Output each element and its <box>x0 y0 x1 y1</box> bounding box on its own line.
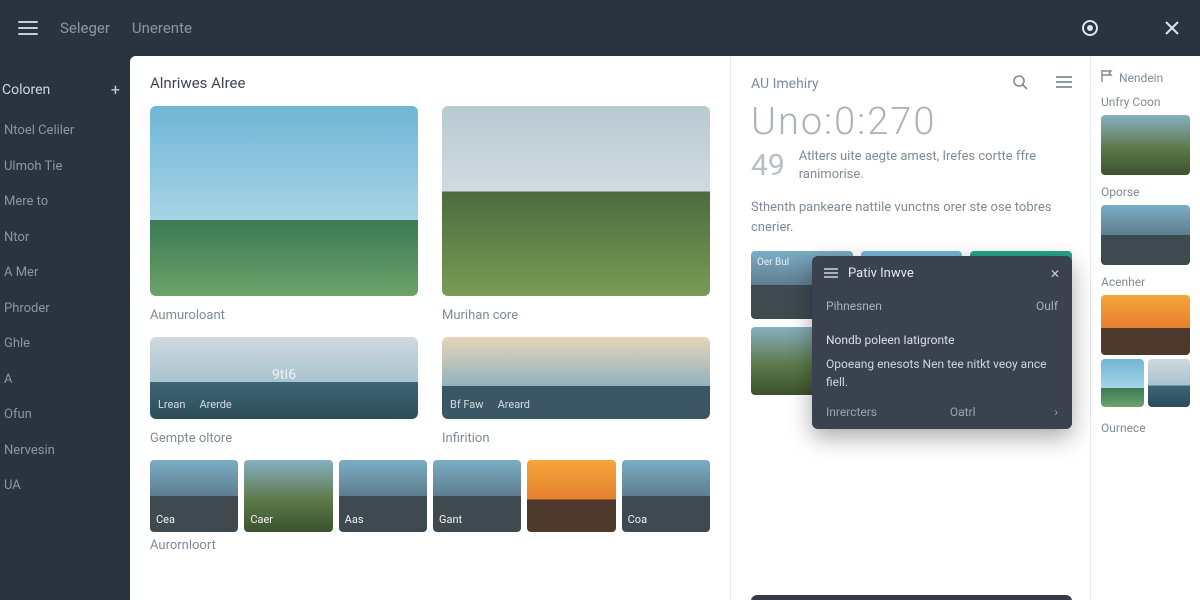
sidebar-item[interactable]: Ntoel Celiler <box>2 113 120 149</box>
list-icon[interactable] <box>1056 76 1072 92</box>
card-caption: Infirition <box>442 431 710 446</box>
flag-icon <box>1101 70 1113 85</box>
thumb-tag: Arerde <box>199 398 231 411</box>
popover-body: Opoeang enesots Nen tee nitkt veoy ance … <box>826 355 1058 391</box>
sidebar-item[interactable]: A <box>2 362 120 398</box>
rail-header: Nendein <box>1119 71 1163 85</box>
gallery-card[interactable]: Bf Faw Areard Infirition <box>442 337 710 446</box>
gallery-card[interactable]: Murihan core <box>442 106 710 323</box>
card-caption: Murihan core <box>442 308 710 323</box>
rail-section: Unfry Coon <box>1101 95 1190 109</box>
rail-section: Oporse <box>1101 185 1190 199</box>
strip-item[interactable]: Aas <box>339 460 427 532</box>
sidebar-item[interactable]: Ntor <box>2 220 120 256</box>
menu-icon[interactable] <box>824 267 838 281</box>
close-icon[interactable] <box>1162 18 1182 38</box>
popover-row-value: Oulf <box>1036 299 1058 313</box>
sidebar-item[interactable]: Ghle <box>2 326 120 362</box>
add-icon[interactable]: + <box>111 80 120 99</box>
thumb-tag: Bf Faw <box>450 398 484 411</box>
popover-title: Pativ Inwve <box>848 266 1040 281</box>
rail-thumb[interactable] <box>1101 359 1144 407</box>
card-caption: Aumuroloant <box>150 308 418 323</box>
thumbnail: Bf Faw Areard <box>442 337 710 419</box>
thumbnail <box>442 106 710 296</box>
popover-foot-label: Inrercters <box>826 405 877 419</box>
popover-row-label: Pihnesnen <box>826 299 882 313</box>
search-icon[interactable] <box>1012 74 1028 94</box>
record-icon[interactable] <box>1080 18 1100 38</box>
main-area: Alnriwes Alree Aumuroloant Murihan core … <box>130 56 730 600</box>
rail-section: Ournece <box>1101 421 1190 435</box>
rail-thumb[interactable] <box>1101 295 1190 355</box>
sidebar-item[interactable]: Mere to <box>2 184 120 220</box>
metric-number: 49 <box>751 148 785 183</box>
sidebar-item[interactable]: UA <box>2 468 120 504</box>
section-title: Alnriwes Alree <box>150 74 710 92</box>
info-paragraph: Sthenth pankeare nattile vunctns orer st… <box>751 198 1072 237</box>
right-rail: Nendein Unfry Coon Oporse Acenher Ournec… <box>1090 56 1200 600</box>
rail-thumb[interactable] <box>1101 115 1190 175</box>
dark-list: An Ameo e› Unaromogre› Cant orrorces› <box>751 595 1072 600</box>
sidebar-item[interactable]: Ulmoh Tie <box>2 149 120 185</box>
sidebar-item[interactable]: A Mer <box>2 255 120 291</box>
popover: Pativ Inwve ✕ Pihnesnen Oulf Nondb polee… <box>812 256 1072 429</box>
strip-item[interactable] <box>527 460 615 532</box>
thumb-tag: Areard <box>498 398 530 411</box>
sidebar: Coloren + Ntoel Celiler Ulmoh Tie Mere t… <box>0 56 130 600</box>
info-panel: AU Imehiry Uno:0:270 49 Atlters uite aeg… <box>730 56 1090 600</box>
strip-item[interactable]: Coa <box>622 460 710 532</box>
popover-foot-action[interactable]: Oatrl <box>950 405 976 419</box>
app-title-1: Seleger <box>60 19 110 37</box>
popover-lead: Nondb poleen Iatigronte <box>826 331 1058 349</box>
thumbnail <box>150 106 418 296</box>
close-icon[interactable]: ✕ <box>1050 267 1060 281</box>
strip-title: Aurornloort <box>150 538 710 553</box>
thumbnail: Lrean Arerde 9tI6 <box>150 337 418 419</box>
thumb-tag: Lrean <box>158 398 185 411</box>
thumb-badge: 9tI6 <box>272 367 296 383</box>
metric-text: Atlters uite aegte amest, Irefes cortte … <box>799 148 1072 184</box>
app-title-2: Unerente <box>132 19 192 37</box>
strip-item[interactable]: Gant <box>433 460 521 532</box>
sidebar-item[interactable]: Nervesin <box>2 433 120 469</box>
rail-section: Acenher <box>1101 275 1190 289</box>
info-title: AU Imehiry <box>751 76 819 92</box>
gallery-card[interactable]: Lrean Arerde 9tI6 Gempte oltore <box>150 337 418 446</box>
chevron-right-icon[interactable]: › <box>1054 405 1058 419</box>
menu-icon[interactable] <box>18 21 38 35</box>
top-bar: Seleger Unerente <box>0 0 1200 56</box>
sidebar-header: Coloren <box>2 82 50 98</box>
sidebar-item[interactable]: Ofun <box>2 397 120 433</box>
rail-thumb[interactable] <box>1101 205 1190 265</box>
info-big-value: Uno:0:270 <box>751 100 1072 144</box>
strip-item[interactable]: Cea <box>150 460 238 532</box>
rail-thumb[interactable] <box>1148 359 1191 407</box>
card-caption: Gempte oltore <box>150 431 418 446</box>
strip-item[interactable]: Caer <box>244 460 332 532</box>
sidebar-item[interactable]: Phroder <box>2 291 120 327</box>
gallery-card[interactable]: Aumuroloant <box>150 106 418 323</box>
